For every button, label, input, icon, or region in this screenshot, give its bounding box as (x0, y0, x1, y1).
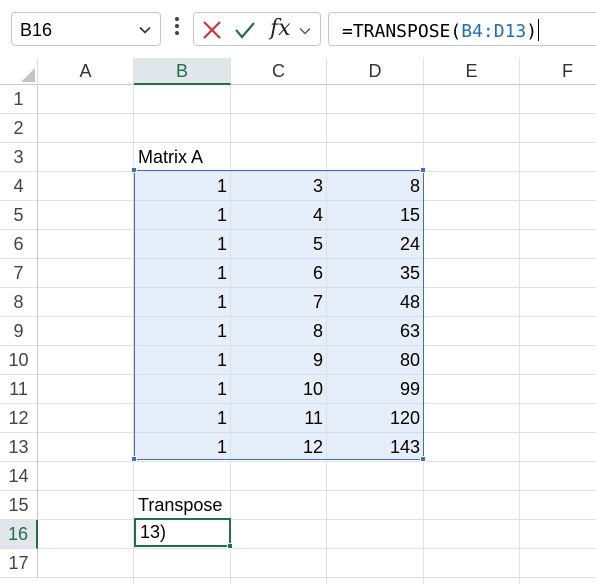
formula-text-prefix: =TRANSPOSE( (342, 21, 462, 42)
row-header[interactable]: 12 (0, 404, 38, 433)
name-box[interactable]: B16 (11, 12, 161, 46)
cell-b10[interactable]: 1 (134, 346, 231, 375)
formula-text-suffix: ) (526, 21, 538, 42)
cell-c4[interactable]: 3 (231, 172, 327, 201)
cell-d12[interactable]: 120 (327, 404, 424, 433)
column-header-d[interactable]: D (327, 58, 424, 85)
name-box-value: B16 (20, 20, 53, 40)
cell-b5[interactable]: 1 (134, 201, 231, 230)
row-header[interactable]: 17 (0, 549, 38, 578)
cell-b15[interactable]: Transpose (134, 491, 231, 520)
enter-check-icon[interactable] (234, 19, 256, 41)
gridline (38, 142, 596, 143)
insert-function-button[interactable]: fx (270, 16, 291, 41)
fill-handle[interactable] (227, 543, 233, 549)
row-header[interactable]: 9 (0, 317, 38, 346)
column-header-e[interactable]: E (424, 58, 520, 85)
column-header-f[interactable]: F (520, 58, 596, 85)
row-header[interactable]: 2 (0, 114, 38, 143)
cell-b16-edit-text: 13) (140, 522, 167, 542)
gridline (38, 519, 596, 520)
cell-c10[interactable]: 9 (231, 346, 327, 375)
cancel-icon[interactable] (201, 19, 223, 41)
cell-b6[interactable]: 1 (134, 230, 231, 259)
cell-c12[interactable]: 11 (231, 404, 327, 433)
cell-b11[interactable]: 1 (134, 375, 231, 404)
row-header[interactable]: 1 (0, 85, 38, 114)
formula-input[interactable]: =TRANSPOSE(B4:D13) (328, 12, 596, 46)
select-all-button[interactable] (0, 58, 38, 85)
row-header[interactable]: 11 (0, 375, 38, 404)
row-header[interactable]: 16 (0, 520, 38, 549)
formula-bar: B16 fx =TRANSPOSE(B4:D13) (0, 0, 596, 58)
cell-b4[interactable]: 1 (134, 172, 231, 201)
active-cell-b16[interactable]: 13) (134, 518, 233, 549)
gridline (38, 548, 596, 549)
row-header[interactable]: 14 (0, 462, 38, 491)
text-caret (538, 19, 540, 41)
cell-b7[interactable]: 1 (134, 259, 231, 288)
cell-c9[interactable]: 8 (231, 317, 327, 346)
cell-d8[interactable]: 48 (327, 288, 424, 317)
gridline (38, 113, 596, 114)
spreadsheet-grid[interactable]: A B C D E F 1 2 3 4 5 6 7 8 9 10 11 12 1… (0, 58, 596, 584)
row-header[interactable]: 8 (0, 288, 38, 317)
column-header-a[interactable]: A (38, 58, 134, 85)
row-header[interactable]: 15 (0, 491, 38, 520)
cell-c6[interactable]: 5 (231, 230, 327, 259)
cell-d9[interactable]: 63 (327, 317, 424, 346)
gridline (519, 85, 520, 584)
row-header[interactable]: 7 (0, 259, 38, 288)
row-header[interactable]: 6 (0, 230, 38, 259)
formula-buttons: fx (193, 12, 321, 46)
row-header[interactable]: 3 (0, 143, 38, 172)
cell-c11[interactable]: 10 (231, 375, 327, 404)
cell-d13[interactable]: 143 (327, 433, 424, 462)
cell-d4[interactable]: 8 (327, 172, 424, 201)
row-header[interactable]: 13 (0, 433, 38, 462)
cell-c5[interactable]: 4 (231, 201, 327, 230)
formula-range-reference: B4:D13 (461, 21, 527, 42)
cell-b12[interactable]: 1 (134, 404, 231, 433)
cell-d11[interactable]: 99 (327, 375, 424, 404)
column-header-c[interactable]: C (231, 58, 327, 85)
cell-d7[interactable]: 35 (327, 259, 424, 288)
cell-b9[interactable]: 1 (134, 317, 231, 346)
cell-d10[interactable]: 80 (327, 346, 424, 375)
cell-d5[interactable]: 15 (327, 201, 424, 230)
row-header[interactable]: 10 (0, 346, 38, 375)
cell-d6[interactable]: 24 (327, 230, 424, 259)
cell-c8[interactable]: 7 (231, 288, 327, 317)
cell-b13[interactable]: 1 (134, 433, 231, 462)
cell-c13[interactable]: 12 (231, 433, 327, 462)
chevron-down-icon[interactable] (298, 24, 312, 38)
cell-b3[interactable]: Matrix A (134, 143, 231, 172)
row-header[interactable]: 5 (0, 201, 38, 230)
cell-b8[interactable]: 1 (134, 288, 231, 317)
cell-c7[interactable]: 6 (231, 259, 327, 288)
chevron-down-icon[interactable] (138, 23, 152, 37)
row-header[interactable]: 4 (0, 172, 38, 201)
more-options-icon[interactable] (171, 14, 183, 42)
column-header-b[interactable]: B (134, 58, 231, 85)
gridline (38, 490, 596, 491)
gridline (38, 577, 596, 578)
